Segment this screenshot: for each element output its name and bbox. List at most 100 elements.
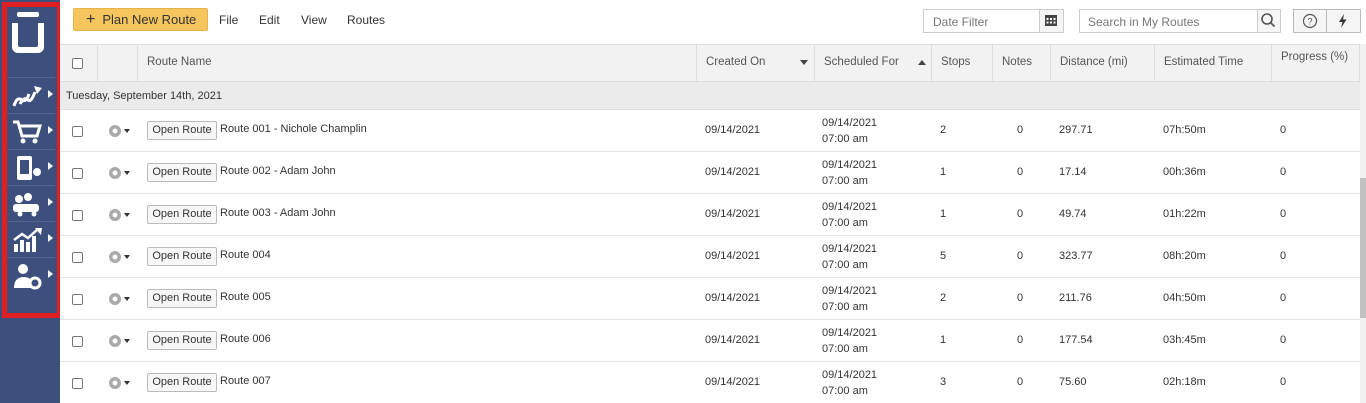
progress: 0	[1280, 124, 1287, 136]
scrollbar-thumb[interactable]	[1360, 178, 1366, 318]
menu-edit[interactable]: Edit	[259, 13, 280, 27]
sort-desc-icon	[800, 60, 808, 65]
route-name: Route 001 - Nichole Champlin	[220, 123, 367, 135]
quick-actions-button[interactable]	[1327, 9, 1361, 33]
row-checkbox[interactable]	[72, 252, 83, 263]
row-actions-button[interactable]	[108, 123, 134, 144]
row-checkbox[interactable]	[72, 294, 83, 305]
open-route-button[interactable]: Open Route	[147, 289, 217, 308]
gear-icon	[109, 167, 130, 179]
route-name: Route 007	[220, 375, 271, 387]
estimated-time: 04h:50m	[1163, 292, 1206, 304]
notes: 0	[1017, 334, 1024, 346]
table-row: Open Route Route 003 - Adam John 09/14/202…	[60, 194, 1360, 236]
header-route-name[interactable]: Route Name	[138, 45, 697, 82]
notes: 0	[1017, 208, 1024, 220]
row-checkbox[interactable]	[72, 126, 83, 137]
distance: 211.76	[1059, 292, 1092, 304]
help-icon: ?	[1302, 13, 1318, 29]
stops: 1	[940, 208, 947, 220]
created-on: 09/14/2021	[705, 292, 761, 304]
plan-new-route-label: Plan New Route	[102, 12, 197, 27]
scheduled-time: 07:00 am	[822, 175, 868, 187]
scheduled-time: 07:00 am	[822, 133, 868, 145]
scheduled-date: 09/14/2021	[822, 159, 878, 171]
header-progress[interactable]: Progress (%)	[1272, 45, 1360, 82]
menu-file[interactable]: File	[219, 13, 238, 27]
row-checkbox[interactable]	[72, 378, 83, 389]
search-input[interactable]: Search in My Routes	[1079, 9, 1258, 33]
scheduled-time: 07:00 am	[822, 343, 868, 355]
gear-icon	[109, 335, 130, 347]
header-stops[interactable]: Stops	[932, 45, 993, 82]
row-actions-button[interactable]	[108, 375, 134, 396]
header-estimated-time[interactable]: Estimated Time	[1155, 45, 1272, 82]
open-route-button[interactable]: Open Route	[147, 121, 217, 140]
group-header-date: Tuesday, September 14th, 2021	[60, 82, 1360, 110]
progress: 0	[1280, 334, 1287, 346]
plan-new-route-button[interactable]: + Plan New Route	[73, 8, 208, 31]
select-all-checkbox[interactable]	[72, 58, 83, 69]
estimated-time: 03h:45m	[1163, 334, 1206, 346]
created-on: 09/14/2021	[705, 124, 761, 136]
estimated-time: 02h:18m	[1163, 376, 1206, 388]
gear-icon	[109, 251, 130, 263]
scheduled-date: 09/14/2021	[822, 243, 878, 255]
stops: 2	[940, 292, 947, 304]
notes: 0	[1017, 124, 1024, 136]
open-route-button[interactable]: Open Route	[147, 247, 217, 266]
header-scheduled-for[interactable]: Scheduled For	[815, 45, 932, 82]
lightning-icon	[1339, 14, 1347, 28]
scheduled-time: 07:00 am	[822, 385, 868, 397]
route-name: Route 005	[220, 291, 271, 303]
distance: 75.60	[1059, 376, 1087, 388]
scheduled-date: 09/14/2021	[822, 285, 878, 297]
menu-routes[interactable]: Routes	[347, 13, 385, 27]
open-route-button[interactable]: Open Route	[147, 163, 217, 182]
calendar-button[interactable]	[1040, 9, 1064, 33]
search-button[interactable]	[1258, 9, 1281, 33]
stops: 5	[940, 250, 947, 262]
estimated-time: 01h:22m	[1163, 208, 1206, 220]
stops: 1	[940, 166, 947, 178]
scheduled-time: 07:00 am	[822, 301, 868, 313]
estimated-time: 07h:50m	[1163, 124, 1206, 136]
created-on: 09/14/2021	[705, 250, 761, 262]
row-actions-button[interactable]	[108, 207, 134, 228]
help-button[interactable]: ?	[1293, 9, 1327, 33]
row-actions-button[interactable]	[108, 165, 134, 186]
notes: 0	[1017, 166, 1024, 178]
notes: 0	[1017, 250, 1024, 262]
table-row: Open Route Route 001 - Nichole Champlin 09…	[60, 110, 1360, 152]
created-on: 09/14/2021	[705, 208, 761, 220]
progress: 0	[1280, 208, 1287, 220]
header-distance[interactable]: Distance (mi)	[1051, 45, 1155, 82]
distance: 297.71	[1059, 124, 1093, 136]
calendar-icon	[1045, 15, 1057, 26]
open-route-button[interactable]: Open Route	[147, 205, 217, 224]
scheduled-date: 09/14/2021	[822, 369, 878, 381]
created-on: 09/14/2021	[705, 334, 761, 346]
open-route-button[interactable]: Open Route	[147, 331, 217, 350]
row-checkbox[interactable]	[72, 168, 83, 179]
scheduled-date: 09/14/2021	[822, 117, 878, 129]
scheduled-time: 07:00 am	[822, 259, 868, 271]
distance: 49.74	[1059, 208, 1087, 220]
header-notes[interactable]: Notes	[993, 45, 1051, 82]
created-on: 09/14/2021	[705, 166, 761, 178]
row-checkbox[interactable]	[72, 336, 83, 347]
row-checkbox[interactable]	[72, 210, 83, 221]
table-row: Open Route Route 002 - Adam John 09/14/202…	[60, 152, 1360, 194]
date-filter-input[interactable]: Date Filter	[923, 9, 1040, 33]
created-on: 09/14/2021	[705, 376, 761, 388]
open-route-button[interactable]: Open Route	[147, 373, 217, 392]
header-created-on[interactable]: Created On	[697, 45, 815, 82]
notes: 0	[1017, 292, 1024, 304]
row-actions-button[interactable]	[108, 333, 134, 354]
svg-text:?: ?	[1307, 17, 1312, 27]
row-actions-button[interactable]	[108, 249, 134, 270]
menu-view[interactable]: View	[301, 13, 327, 27]
row-actions-button[interactable]	[108, 291, 134, 312]
route-name: Route 006	[220, 333, 271, 345]
stops: 3	[940, 376, 947, 388]
